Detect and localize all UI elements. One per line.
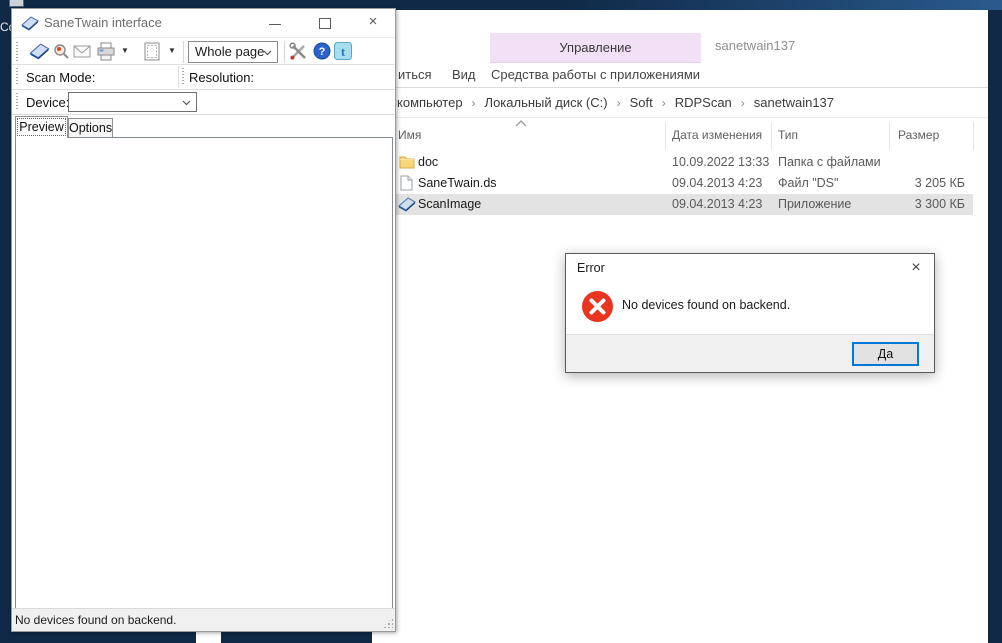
page-mode-select[interactable]: Whole page <box>188 41 278 63</box>
ribbon-tab-view[interactable]: Вид <box>452 63 476 87</box>
breadcrumb-item[interactable]: sanetwain137 <box>754 95 834 110</box>
toolbar-separator <box>183 41 184 63</box>
preview-zoom-icon[interactable] <box>53 43 70 60</box>
breadcrumb-item[interactable]: RDPScan <box>675 95 732 110</box>
error-icon <box>581 290 614 323</box>
column-separator[interactable] <box>889 122 890 150</box>
folder-icon <box>399 155 415 169</box>
dialog-message: No devices found on backend. <box>622 298 790 312</box>
close-button[interactable]: × <box>358 10 388 36</box>
toolbar-grip[interactable] <box>182 68 184 86</box>
file-name[interactable]: doc <box>418 152 438 173</box>
column-header-date[interactable]: Дата изменения <box>672 128 762 142</box>
chevron-right-icon: › <box>463 96 485 110</box>
svg-text:t: t <box>341 44 346 59</box>
error-dialog: Error × No devices found on backend. Да <box>565 253 935 373</box>
breadcrumb[interactable]: компьютер›Локальный диск (C:)›Soft›RDPSc… <box>397 88 834 117</box>
breadcrumb-item[interactable]: Локальный диск (C:) <box>485 95 608 110</box>
sort-ascending-icon <box>515 120 527 127</box>
document-icon <box>400 175 413 191</box>
dialog-footer: Да <box>566 334 934 372</box>
chevron-down-icon <box>182 100 191 106</box>
svg-text:?: ? <box>319 46 326 58</box>
main-toolbar: ▼ ▼ Whole page ? t <box>12 37 395 65</box>
ribbon-tab-share-partial[interactable]: иться <box>398 63 432 87</box>
tab-options-label: Options <box>69 121 112 135</box>
column-header-size[interactable]: Размер <box>898 128 939 142</box>
scan-mode-label: Scan Mode: <box>26 65 95 90</box>
status-bar: No devices found on backend. <box>12 608 395 631</box>
file-type: Папка с файлами <box>778 152 881 173</box>
page-layout-icon[interactable] <box>144 42 160 61</box>
chevron-right-icon: › <box>732 96 754 110</box>
device-select[interactable] <box>68 92 197 112</box>
breadcrumb-item[interactable]: компьютер <box>397 95 463 110</box>
column-header-name[interactable]: Имя <box>398 128 421 142</box>
scan-button-icon[interactable] <box>29 43 50 60</box>
sanetwain-window: SaneTwain interface × ▼ <box>11 8 396 632</box>
file-name[interactable]: ScanImage <box>418 194 481 215</box>
toolbar-grip[interactable] <box>16 42 18 61</box>
help-icon[interactable]: ? <box>313 42 331 60</box>
tab-preview[interactable]: Preview <box>15 116 68 138</box>
file-date: 10.09.2022 13:33 <box>672 152 769 173</box>
minimize-button[interactable] <box>260 10 290 36</box>
column-separator[interactable] <box>665 122 666 150</box>
yes-button-label: Да <box>878 347 893 361</box>
tab-preview-label: Preview <box>19 120 63 134</box>
tab-options[interactable]: Options <box>68 118 113 138</box>
file-size: 3 205 КБ <box>826 173 965 194</box>
desktop-gradient <box>560 0 1002 10</box>
bar-divider <box>178 66 179 88</box>
file-date: 09.04.2013 4:23 <box>672 173 762 194</box>
maximize-icon <box>319 18 331 29</box>
device-bar: Device: <box>12 90 395 115</box>
preview-panel[interactable] <box>15 137 393 609</box>
maximize-button[interactable] <box>310 10 340 36</box>
scanner-icon <box>21 16 39 31</box>
breadcrumb-item[interactable]: Soft <box>630 95 653 110</box>
resize-grip-icon[interactable] <box>382 617 393 628</box>
minimize-icon <box>269 24 281 25</box>
file-name[interactable]: SaneTwain.ds <box>418 173 497 194</box>
twitter-icon[interactable]: t <box>334 42 352 60</box>
ribbon-contextual-group[interactable]: Управление <box>490 33 701 63</box>
scanner-icon <box>398 197 416 212</box>
ribbon-tab-application-tools[interactable]: Средства работы с приложениями <box>490 63 701 87</box>
close-icon: × <box>369 13 378 30</box>
taskbar-peek-icon <box>9 0 24 7</box>
toolbar-grip[interactable] <box>16 68 18 86</box>
dialog-close-button[interactable]: × <box>901 254 931 282</box>
settings-tools-icon[interactable] <box>289 42 308 61</box>
toolbar-separator <box>284 41 285 63</box>
file-row-doc[interactable]: doc 10.09.2022 13:33 Папка с файлами <box>396 152 973 173</box>
resolution-label: Resolution: <box>189 65 254 90</box>
chevron-down-icon <box>263 50 272 56</box>
scanmode-resolution-bar: Scan Mode: Resolution: <box>12 65 395 90</box>
explorer-window-title: sanetwain137 <box>715 38 795 53</box>
column-separator[interactable] <box>771 122 772 150</box>
file-date: 09.04.2013 4:23 <box>672 194 762 215</box>
yes-button[interactable]: Да <box>852 342 919 366</box>
address-bar-divider <box>372 117 988 118</box>
file-size: 3 300 КБ <box>826 194 965 215</box>
page-mode-value: Whole page <box>195 44 264 59</box>
print-icon[interactable] <box>96 42 116 61</box>
dialog-title: Error <box>577 254 605 282</box>
chevron-right-icon: › <box>608 96 630 110</box>
device-label: Device: <box>26 90 69 115</box>
close-icon: × <box>911 259 920 276</box>
toolbar-grip[interactable] <box>16 93 18 111</box>
chevron-right-icon: › <box>653 96 675 110</box>
print-dropdown-icon[interactable]: ▼ <box>121 38 129 64</box>
window-title: SaneTwain interface <box>44 9 162 37</box>
page-layout-dropdown-icon[interactable]: ▼ <box>168 38 176 64</box>
email-icon[interactable] <box>73 45 91 58</box>
file-row-scanimage-selected[interactable]: ScanImage 09.04.2013 4:23 Приложение 3 3… <box>396 194 973 215</box>
column-header-type[interactable]: Тип <box>778 128 798 142</box>
column-separator[interactable] <box>973 122 974 150</box>
status-text: No devices found on backend. <box>12 613 176 627</box>
file-row-sanetwain-ds[interactable]: SaneTwain.ds 09.04.2013 4:23 Файл "DS" 3… <box>396 173 973 194</box>
